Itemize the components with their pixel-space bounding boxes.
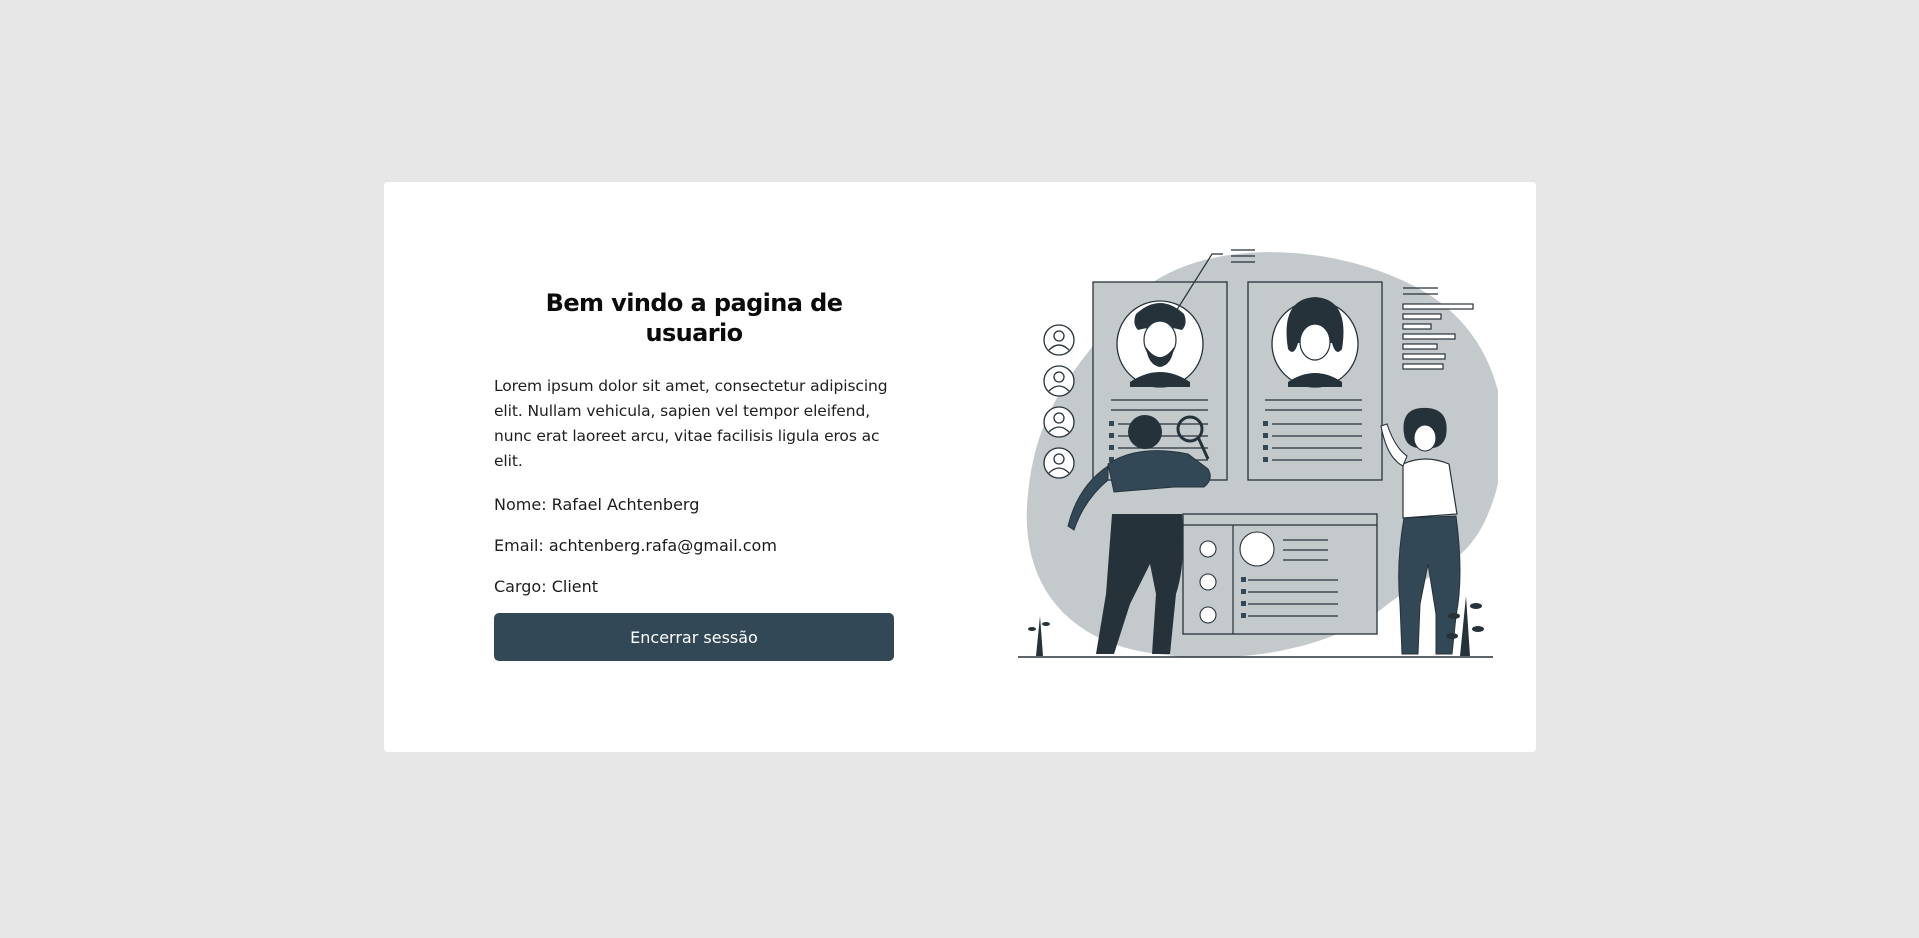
welcome-card: Bem vindo a pagina de usuario Lorem ipsu… bbox=[384, 182, 1536, 752]
field-name: Nome: Rafael Achtenberg bbox=[494, 484, 894, 525]
logout-button[interactable]: Encerrar sessão bbox=[494, 613, 894, 661]
field-email: Email: achtenberg.rafa@gmail.com bbox=[494, 525, 894, 566]
field-name-label: Nome: bbox=[494, 495, 547, 514]
field-name-value: Rafael Achtenberg bbox=[551, 495, 700, 514]
field-role: Cargo: Client bbox=[494, 566, 894, 607]
field-role-label: Cargo: bbox=[494, 577, 547, 596]
page-title: Bem vindo a pagina de usuario bbox=[545, 289, 843, 347]
field-email-value: achtenberg.rafa@gmail.com bbox=[548, 536, 777, 555]
user-info-panel: Bem vindo a pagina de usuario Lorem ipsu… bbox=[494, 288, 894, 661]
profile-review-illustration bbox=[1018, 249, 1498, 658]
field-role-value: Client bbox=[551, 577, 599, 596]
intro-text: Lorem ipsum dolor sit amet, consectetur … bbox=[494, 377, 888, 470]
field-email-label: Email: bbox=[494, 536, 544, 555]
